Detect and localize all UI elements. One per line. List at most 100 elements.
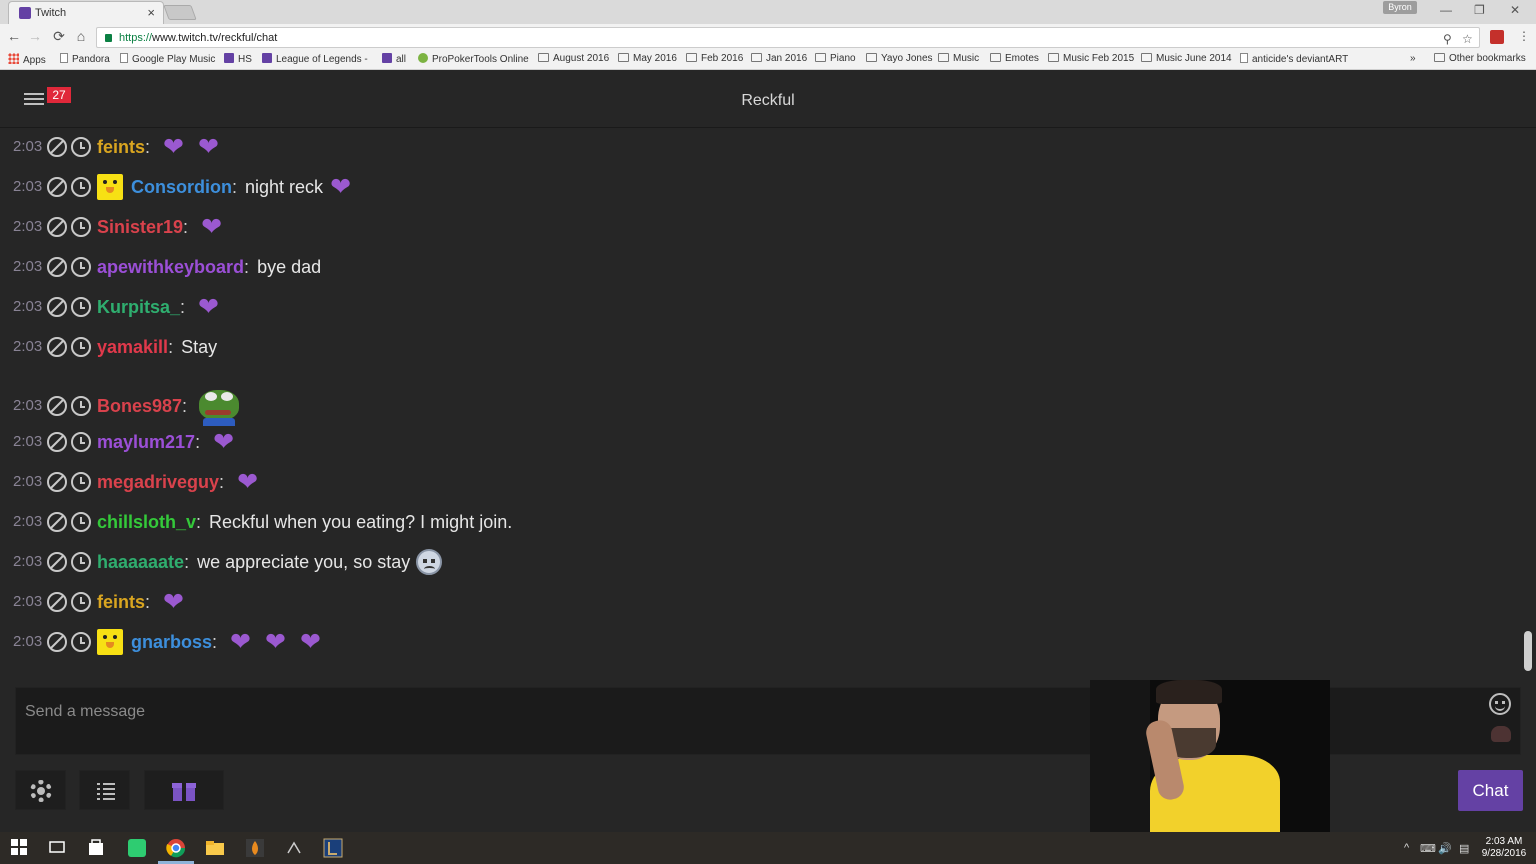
store-icon[interactable] xyxy=(87,838,107,858)
timeout-icon[interactable] xyxy=(71,217,91,238)
message-username[interactable]: haaaaaate xyxy=(97,552,184,572)
timeout-icon[interactable] xyxy=(71,432,91,453)
message-colon: : xyxy=(145,592,151,613)
bookmark-folder[interactable]: Yayo Jones xyxy=(866,53,933,64)
ban-icon[interactable] xyxy=(47,472,67,493)
zoom-icon[interactable]: ⚲ xyxy=(1443,32,1452,46)
close-window-button[interactable]: ✕ xyxy=(1510,3,1520,17)
chrome-icon[interactable] xyxy=(166,838,186,858)
bookmark-folder[interactable]: Music Feb 2015 xyxy=(1048,53,1134,64)
message-username[interactable]: yamakill xyxy=(97,337,168,357)
ban-icon[interactable] xyxy=(47,512,67,533)
bookmark-folder[interactable]: Piano xyxy=(815,53,856,64)
bookmark-folder[interactable]: Music xyxy=(938,53,979,64)
ban-icon[interactable] xyxy=(47,632,67,653)
timeout-icon[interactable] xyxy=(71,137,91,158)
bookmark-folder[interactable]: Emotes xyxy=(990,53,1039,64)
settings-button[interactable] xyxy=(15,770,66,810)
viewer-list-button[interactable] xyxy=(79,770,130,810)
bookmark-propokertools[interactable]: ProPokerTools Online xyxy=(418,53,529,65)
message-username[interactable]: Consordion xyxy=(131,177,232,197)
chat-message-list[interactable]: 2:03 feints: ❤ ❤ 2:03 Consordion: night reck ❤ 2… xyxy=(0,128,1520,670)
ban-icon[interactable] xyxy=(47,177,67,198)
restore-button[interactable]: ❐ xyxy=(1474,3,1485,17)
message-username[interactable]: Sinister19 xyxy=(97,217,183,237)
timeout-icon[interactable] xyxy=(71,257,91,278)
ban-icon[interactable] xyxy=(47,297,67,318)
ban-icon[interactable] xyxy=(47,552,67,573)
flame-app-icon[interactable] xyxy=(245,838,265,858)
bookmark-deviantart[interactable]: anticide's deviantART xyxy=(1240,53,1348,65)
message-username[interactable]: chillsloth_v xyxy=(97,512,196,532)
league-app-icon[interactable] xyxy=(323,838,343,858)
message-username[interactable]: gnarboss xyxy=(131,632,212,652)
action-center-icon[interactable]: ▤ xyxy=(1459,842,1469,855)
bookmark-folder[interactable]: May 2016 xyxy=(618,53,677,64)
extension-icon[interactable] xyxy=(1490,30,1504,44)
timeout-icon[interactable] xyxy=(71,297,91,318)
minimize-button[interactable]: — xyxy=(1440,3,1452,17)
message-username[interactable]: apewithkeyboard xyxy=(97,257,244,277)
windows-start-icon[interactable] xyxy=(10,838,30,858)
message-timestamp: 2:03 xyxy=(13,218,43,236)
browser-menu-icon[interactable]: ⋮ xyxy=(1518,29,1530,43)
bookmark-hs[interactable]: HS xyxy=(224,53,252,65)
ban-icon[interactable] xyxy=(47,432,67,453)
file-explorer-icon[interactable] xyxy=(205,838,225,858)
ban-icon[interactable] xyxy=(47,337,67,358)
timeout-icon[interactable] xyxy=(71,472,91,493)
chat-send-button[interactable]: Chat xyxy=(1458,770,1523,811)
bookmark-league[interactable]: League of Legends - xyxy=(262,53,368,65)
timeout-icon[interactable] xyxy=(71,396,91,416)
green-app-icon[interactable] xyxy=(127,838,147,858)
timeout-icon[interactable] xyxy=(71,512,91,533)
timeout-icon[interactable] xyxy=(71,552,91,573)
bookmark-folder[interactable]: Music June 2014 xyxy=(1141,53,1232,64)
message-username[interactable]: feints xyxy=(97,137,145,157)
bookmark-google-play-music[interactable]: Google Play Music xyxy=(120,53,215,65)
ban-icon[interactable] xyxy=(47,396,67,416)
ban-icon[interactable] xyxy=(47,257,67,278)
tab-close-icon[interactable]: × xyxy=(147,5,155,20)
ban-icon[interactable] xyxy=(47,137,67,158)
timeout-icon[interactable] xyxy=(71,177,91,198)
new-tab-button[interactable] xyxy=(163,5,197,20)
scrollbar-thumb[interactable] xyxy=(1524,631,1532,671)
message-username[interactable]: maylum217 xyxy=(97,432,195,452)
other-bookmarks[interactable]: Other bookmarks xyxy=(1434,53,1526,64)
steam-app-icon[interactable] xyxy=(284,838,304,858)
message-username[interactable]: Bones987 xyxy=(97,396,182,416)
profile-button[interactable]: Byron xyxy=(1383,1,1417,14)
message-username[interactable]: Kurpitsa_ xyxy=(97,297,180,317)
task-view-icon[interactable] xyxy=(48,838,68,858)
forward-button[interactable]: → xyxy=(26,28,44,44)
taskbar-clock[interactable]: 2:03 AM 9/28/2016 xyxy=(1480,836,1528,860)
browser-tab[interactable]: Twitch × xyxy=(8,1,164,24)
timeout-icon[interactable] xyxy=(71,592,91,613)
bookmark-apps[interactable]: Apps xyxy=(8,53,46,66)
bookmark-folder[interactable]: August 2016 xyxy=(538,53,609,64)
message-username[interactable]: megadriveguy xyxy=(97,472,219,492)
ban-icon[interactable] xyxy=(47,217,67,238)
bookmark-all[interactable]: all xyxy=(382,53,406,65)
emote-picker-icon[interactable] xyxy=(1489,693,1511,715)
network-icon[interactable]: ⌨ xyxy=(1420,842,1436,855)
bookmark-star-icon[interactable]: ☆ xyxy=(1462,32,1473,46)
bookmark-pandora[interactable]: Pandora xyxy=(60,53,110,65)
cheer-icon[interactable] xyxy=(1491,726,1511,742)
home-button[interactable]: ⌂ xyxy=(72,28,90,44)
back-button[interactable]: ← xyxy=(5,28,23,44)
volume-icon[interactable]: 🔊 xyxy=(1438,842,1452,855)
bookmarks-overflow-button[interactable]: » xyxy=(1410,53,1416,64)
gift-button[interactable] xyxy=(144,770,224,810)
timeout-icon[interactable] xyxy=(71,337,91,358)
tray-overflow-icon[interactable]: ^ xyxy=(1404,842,1409,854)
address-bar[interactable]: https://www.twitch.tv/reckful/chat ⚲ ☆ xyxy=(96,27,1480,48)
timeout-icon[interactable] xyxy=(71,632,91,653)
ban-icon[interactable] xyxy=(47,592,67,613)
bookmark-folder[interactable]: Jan 2016 xyxy=(751,53,807,64)
reload-button[interactable]: ⟳ xyxy=(50,28,68,45)
message-username[interactable]: feints xyxy=(97,592,145,612)
message-timestamp: 2:03 xyxy=(13,473,43,491)
bookmark-folder[interactable]: Feb 2016 xyxy=(686,53,743,64)
